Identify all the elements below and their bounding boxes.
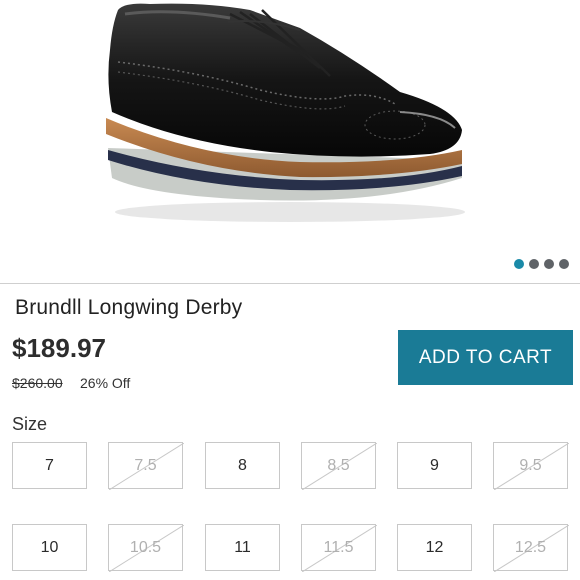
size-option-label: 8.5 bbox=[327, 456, 350, 474]
size-option[interactable]: 7 bbox=[12, 442, 87, 489]
size-option-label: 9 bbox=[430, 456, 439, 474]
size-option[interactable]: 8 bbox=[205, 442, 280, 489]
image-pagination[interactable] bbox=[514, 259, 569, 269]
sale-price: $189.97 bbox=[12, 333, 106, 363]
size-option-unavailable: 8.5 bbox=[301, 442, 377, 490]
discount-label: 26% Off bbox=[80, 375, 131, 391]
size-option-label: 10.5 bbox=[129, 538, 162, 556]
pagination-dot[interactable] bbox=[529, 259, 539, 269]
size-option[interactable]: 10 bbox=[12, 524, 87, 571]
size-option[interactable]: 12 bbox=[397, 524, 472, 571]
size-option-label: 11 bbox=[234, 538, 251, 556]
size-option-label: 9.5 bbox=[519, 456, 542, 474]
size-option-unavailable: 7.5 bbox=[108, 442, 184, 490]
size-option-label: 12.5 bbox=[514, 538, 547, 556]
original-price: $260.00 bbox=[12, 375, 63, 391]
size-option-unavailable: 12.5 bbox=[493, 524, 569, 572]
size-heading: Size bbox=[12, 414, 48, 434]
size-option-label: 11.5 bbox=[323, 538, 354, 556]
size-option-label: 7.5 bbox=[134, 456, 157, 474]
size-option[interactable]: 9 bbox=[397, 442, 472, 489]
size-option-unavailable: 10.5 bbox=[108, 524, 184, 572]
pagination-dot[interactable] bbox=[544, 259, 554, 269]
size-option-unavailable: 9.5 bbox=[493, 442, 569, 490]
size-option-label: 8 bbox=[238, 456, 247, 474]
size-option-unavailable: 11.5 bbox=[301, 524, 377, 572]
product-image-area[interactable] bbox=[0, 0, 580, 283]
product-title: Brundll Longwing Derby bbox=[15, 296, 243, 319]
shoe-image bbox=[106, 3, 465, 222]
pagination-dot[interactable] bbox=[514, 259, 524, 269]
size-option[interactable]: 11 bbox=[205, 524, 280, 571]
pagination-dot[interactable] bbox=[559, 259, 569, 269]
size-option-label: 12 bbox=[425, 538, 444, 556]
divider bbox=[0, 283, 580, 284]
add-to-cart-button[interactable]: ADD TO CART bbox=[398, 330, 573, 385]
size-option-label: 10 bbox=[40, 538, 59, 556]
size-option-label: 7 bbox=[45, 456, 54, 474]
